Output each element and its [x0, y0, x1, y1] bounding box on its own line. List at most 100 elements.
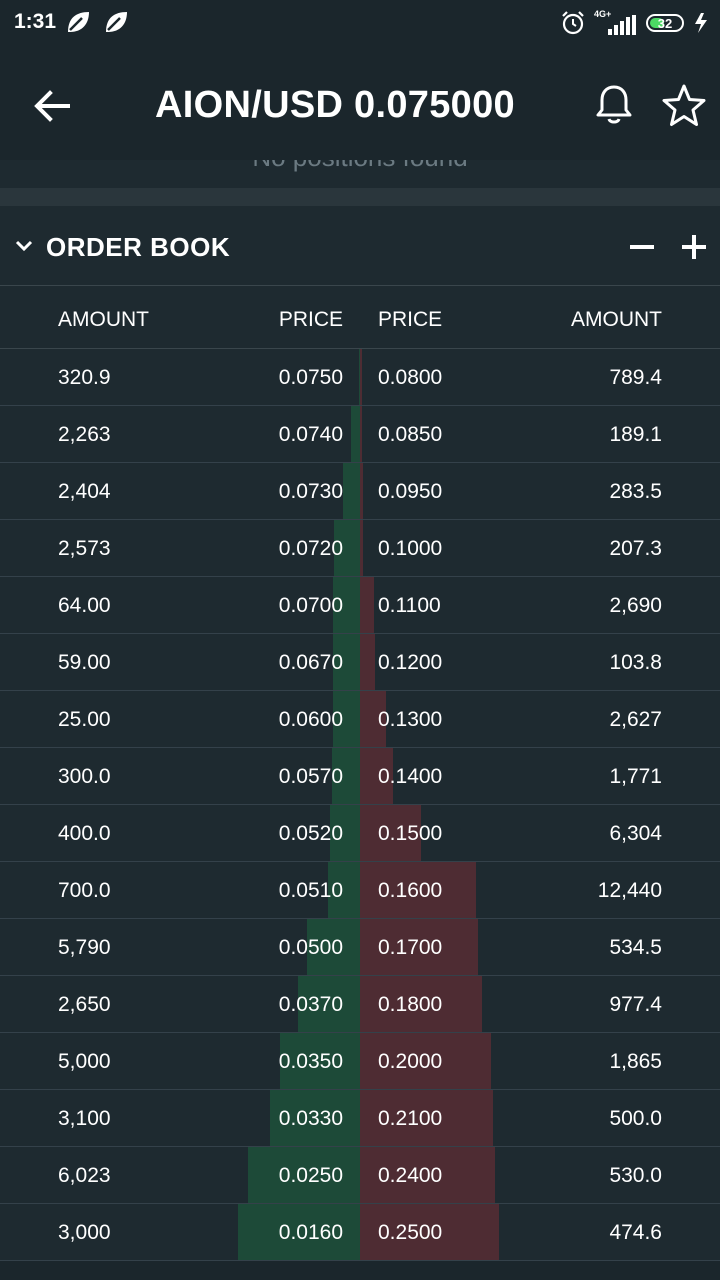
- bid-amount: 59.00: [58, 651, 111, 674]
- ask-price: 0.2400: [378, 1164, 443, 1187]
- order-book-row[interactable]: 5,790 0.0500 0.1700 534.5: [0, 919, 720, 976]
- ask-amount: 1,771: [609, 765, 662, 788]
- arrow-left-icon[interactable]: [30, 84, 74, 128]
- bid-depth-bar: [342, 463, 360, 519]
- bid-amount: 300.0: [58, 765, 111, 788]
- ask-price: 0.2000: [378, 1050, 443, 1073]
- order-book-row[interactable]: 400.0 0.0520 0.1500 6,304: [0, 805, 720, 862]
- order-book-row[interactable]: 59.00 0.0670 0.1200 103.8: [0, 634, 720, 691]
- ask-amount-header: AMOUNT: [571, 308, 662, 331]
- order-book-column-headers: AMOUNT PRICE PRICE AMOUNT: [0, 286, 720, 349]
- order-book-row[interactable]: 25.00 0.0600 0.1300 2,627: [0, 691, 720, 748]
- bid-amount: 400.0: [58, 822, 111, 845]
- ask-amount: 530.0: [609, 1164, 662, 1187]
- bid-price: 0.0330: [278, 1107, 343, 1130]
- bid-price: 0.0570: [278, 765, 343, 788]
- bid-price: 0.0370: [278, 993, 343, 1016]
- bid-price: 0.0510: [278, 879, 343, 902]
- bid-amount: 700.0: [58, 879, 111, 902]
- bid-price: 0.0730: [278, 480, 343, 503]
- order-book-row[interactable]: 3,100 0.0330 0.2100 500.0: [0, 1090, 720, 1147]
- bid-price: 0.0670: [278, 651, 343, 674]
- bid-price: 0.0720: [278, 537, 343, 560]
- star-outline-icon[interactable]: [660, 82, 708, 130]
- section-divider: [0, 188, 720, 206]
- alarm-icon: [562, 11, 584, 35]
- bell-icon[interactable]: [592, 82, 636, 126]
- ask-amount: 189.1: [609, 423, 662, 446]
- bid-price: 0.0160: [278, 1221, 343, 1244]
- charging-icon: [695, 13, 707, 33]
- ask-amount: 534.5: [609, 936, 662, 959]
- bid-amount: 5,790: [58, 936, 111, 959]
- order-book-row[interactable]: 300.0 0.0570 0.1400 1,771: [0, 748, 720, 805]
- order-book-row[interactable]: 700.0 0.0510 0.1600 12,440: [0, 862, 720, 919]
- empty-positions-message: No positions found: [0, 160, 720, 173]
- order-book-row[interactable]: 2,573 0.0720 0.1000 207.3: [0, 520, 720, 577]
- positions-panel: No positions found: [0, 160, 720, 188]
- battery-level: 32: [657, 15, 673, 31]
- order-book-row[interactable]: 3,000 0.0160 0.2500 474.6: [0, 1204, 720, 1261]
- order-book-row[interactable]: 2,404 0.0730 0.0950 283.5: [0, 463, 720, 520]
- ask-price-header: PRICE: [378, 308, 443, 331]
- ask-amount: 500.0: [609, 1107, 662, 1130]
- bid-depth-bar: [351, 406, 360, 462]
- bid-price: 0.0250: [278, 1164, 343, 1187]
- bid-amount: 2,650: [58, 993, 111, 1016]
- ask-amount: 103.8: [609, 651, 662, 674]
- page-title: AION/USD 0.075000: [155, 84, 515, 126]
- bid-amount: 320.9: [58, 366, 111, 389]
- ask-depth-bar: [360, 406, 363, 462]
- order-book-row[interactable]: 2,263 0.0740 0.0850 189.1: [0, 406, 720, 463]
- ask-price: 0.1100: [378, 594, 441, 617]
- order-book-row[interactable]: 6,023 0.0250 0.2400 530.0: [0, 1147, 720, 1204]
- order-book-title: ORDER BOOK: [46, 232, 231, 262]
- ask-depth-bar: [360, 577, 375, 633]
- bid-price: 0.0600: [278, 708, 343, 731]
- zoom-in-button[interactable]: [680, 224, 710, 268]
- order-book-header[interactable]: ORDER BOOK: [0, 206, 720, 286]
- leaf-notification-icon: [68, 12, 89, 32]
- ask-price: 0.1000: [378, 537, 443, 560]
- chevron-down-icon[interactable]: [12, 234, 36, 258]
- bid-price: 0.0520: [278, 822, 343, 845]
- bid-price-header: PRICE: [278, 308, 343, 331]
- order-book-row[interactable]: 5,000 0.0350 0.2000 1,865: [0, 1033, 720, 1090]
- order-book-rows: 320.9 0.0750 0.0800 789.4 2,263 0.0740 0.0850 1…: [0, 349, 720, 1261]
- ask-price: 0.0950: [378, 480, 443, 503]
- ask-depth-bar: [360, 349, 362, 405]
- ask-depth-bar: [360, 520, 363, 576]
- bid-amount: 3,000: [58, 1221, 111, 1244]
- ask-price: 0.2100: [378, 1107, 443, 1130]
- bid-price: 0.0350: [278, 1050, 343, 1073]
- bid-price: 0.0500: [278, 936, 343, 959]
- bid-amount: 25.00: [58, 708, 111, 731]
- ask-amount: 2,690: [609, 594, 662, 617]
- bid-amount: 3,100: [58, 1107, 111, 1130]
- ask-depth-bar: [360, 463, 363, 519]
- ask-amount: 2,627: [609, 708, 662, 731]
- bid-amount: 5,000: [58, 1050, 111, 1073]
- order-book-row[interactable]: 2,650 0.0370 0.1800 977.4: [0, 976, 720, 1033]
- ask-amount: 1,865: [609, 1050, 662, 1073]
- bid-amount: 2,573: [58, 537, 111, 560]
- ask-price: 0.2500: [378, 1221, 443, 1244]
- status-time: 1:31: [14, 10, 57, 33]
- ask-amount: 6,304: [609, 822, 662, 845]
- order-book-row[interactable]: 64.00 0.0700 0.1100 2,690: [0, 577, 720, 634]
- ask-price: 0.1800: [378, 993, 443, 1016]
- ask-price: 0.1700: [378, 936, 443, 959]
- bid-price: 0.0740: [278, 423, 343, 446]
- cellular-signal-icon: 4G+: [594, 9, 638, 37]
- bid-price: 0.0750: [278, 366, 343, 389]
- ask-price: 0.0850: [378, 423, 443, 446]
- leaf-notification-icon: [106, 12, 127, 32]
- ask-price: 0.0800: [378, 366, 443, 389]
- ask-depth-bar: [360, 634, 375, 690]
- ask-price: 0.1400: [378, 765, 443, 788]
- ask-price: 0.1500: [378, 822, 443, 845]
- order-book-row[interactable]: 320.9 0.0750 0.0800 789.4: [0, 349, 720, 406]
- ask-amount: 12,440: [597, 879, 662, 902]
- zoom-out-button[interactable]: [626, 224, 660, 268]
- app-bar: AION/USD 0.075000: [0, 48, 720, 160]
